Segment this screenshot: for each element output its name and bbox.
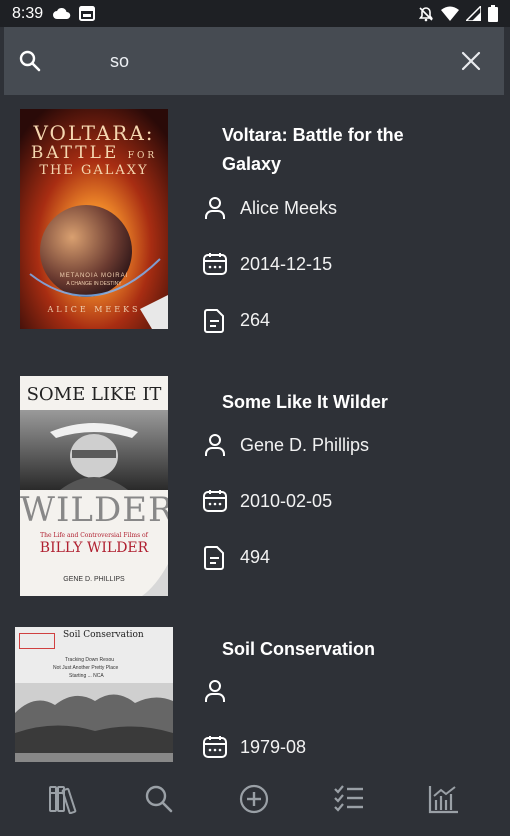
cover-subtitle: BILLY WILDER [39, 540, 149, 556]
search-input[interactable]: so [110, 51, 129, 72]
publish-date: 2010-02-05 [240, 490, 333, 511]
date-row: 1979-08 [202, 732, 306, 762]
nav-library[interactable] [44, 779, 84, 819]
page-count: 264 [240, 309, 271, 330]
wifi-icon [441, 6, 459, 21]
search-icon[interactable] [18, 49, 42, 73]
add-circle-icon [239, 784, 269, 814]
checklist-icon [334, 785, 364, 812]
cover-line: Starting ... NCA [69, 673, 104, 679]
cover-title: THE GALAXY [39, 163, 149, 178]
page-curl [142, 564, 168, 596]
cover-stamp [19, 633, 55, 649]
cover-title: BATTLE FOR [30, 143, 158, 163]
document-icon [204, 309, 224, 333]
publish-date: 1979-08 [240, 736, 307, 757]
cover-subtitle: METANOIA MOIRAI [59, 273, 129, 279]
book-title[interactable]: Soil Conservation [222, 635, 462, 664]
cover-subtitle: The Life and Controversial Films of [40, 532, 148, 539]
publish-date: 2014-12-15 [240, 253, 333, 274]
book-cover-image[interactable]: VOLTARA: BATTLE FOR THE GALAXY METANOIA … [20, 109, 168, 329]
cover-title: WILDER [20, 490, 168, 530]
list-item[interactable]: VOLTARA: BATTLE FOR THE GALAXY METANOIA … [4, 95, 504, 360]
date-row: 2010-02-05 [202, 486, 332, 516]
page-count: 494 [240, 546, 271, 567]
statistics-icon [429, 786, 459, 814]
book-title[interactable]: Some Like It Wilder [222, 388, 462, 417]
nav-statistics[interactable] [424, 779, 464, 819]
author-row: Gene D. Phillips [202, 430, 369, 460]
results-list[interactable]: VOLTARA: BATTLE FOR THE GALAXY METANOIA … [4, 95, 504, 762]
pages-row: 494 [202, 542, 270, 572]
author-row: Alice Meeks [202, 193, 337, 223]
calendar-icon [203, 736, 227, 758]
date-row: 2014-12-15 [202, 249, 332, 279]
calendar-status-icon [79, 6, 96, 21]
search-bar[interactable]: so [4, 27, 504, 95]
person-icon [205, 680, 225, 702]
list-item[interactable]: SOME LIKE IT WILDER The Life and Controv… [4, 360, 504, 610]
close-icon[interactable] [460, 50, 482, 72]
calendar-icon [203, 490, 227, 512]
library-icon [48, 786, 76, 814]
author-name: Alice Meeks [240, 197, 338, 218]
book-title[interactable]: Voltara: Battle for the Galaxy [222, 121, 462, 179]
battery-icon [488, 5, 498, 22]
cover-photo [15, 683, 173, 762]
list-item[interactable]: Soil Conservation Tracking Down Resou No… [4, 610, 504, 762]
person-icon [205, 434, 225, 456]
author-name: Gene D. Phillips [240, 434, 370, 455]
status-bar: 8:39 [0, 0, 510, 27]
cover-title: Soil Conservation [63, 630, 144, 640]
cover-author: ALICE MEEKS [47, 305, 141, 314]
nav-search[interactable] [139, 779, 179, 819]
nav-add[interactable] [234, 779, 274, 819]
app-frame: 8:39 so VOLTARA: BATTLE FOR THE GALAXY M… [0, 0, 510, 836]
calendar-icon [203, 253, 227, 275]
book-cover-image[interactable]: Soil Conservation Tracking Down Resou No… [15, 627, 173, 762]
cover-line: Tracking Down Resou [65, 657, 115, 663]
search-icon [145, 785, 173, 813]
cover-title: VOLTARA: [33, 121, 155, 145]
document-icon [204, 546, 224, 570]
nav-checklist[interactable] [329, 779, 369, 819]
cover-subtitle: A CHANGE IN DESTINY [66, 281, 122, 287]
author-row [202, 676, 240, 706]
cover-title: SOME LIKE IT [26, 384, 162, 405]
notifications-off-icon [418, 6, 434, 21]
pages-row: 264 [202, 305, 270, 335]
signal-icon [466, 6, 481, 21]
cover-line: Not Just Another Pretty Place [53, 665, 119, 671]
status-time: 8:39 [12, 4, 44, 22]
book-cover-image[interactable]: SOME LIKE IT WILDER The Life and Controv… [20, 376, 168, 596]
person-icon [205, 197, 225, 219]
cover-photo [20, 410, 168, 490]
cloud-icon [53, 7, 71, 19]
bottom-nav [4, 762, 504, 836]
